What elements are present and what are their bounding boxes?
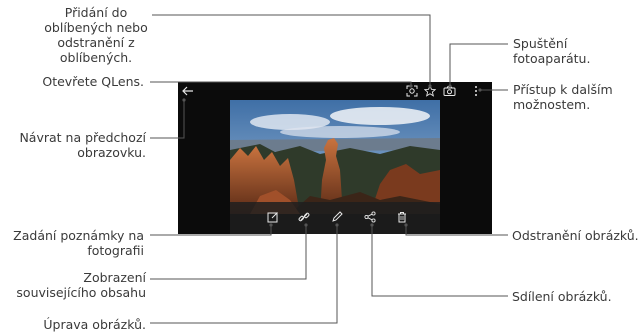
leader-qlens: [150, 81, 412, 86]
leader-delete: [405, 225, 508, 236]
leader-camera: [449, 43, 508, 86]
callout-leaders: [150, 14, 508, 324]
leader-favorite: [152, 14, 431, 86]
leader-edit: [150, 225, 338, 324]
leader-back: [150, 100, 185, 139]
leader-share: [371, 225, 508, 297]
leader-note: [150, 225, 272, 236]
leader-related: [150, 225, 307, 280]
